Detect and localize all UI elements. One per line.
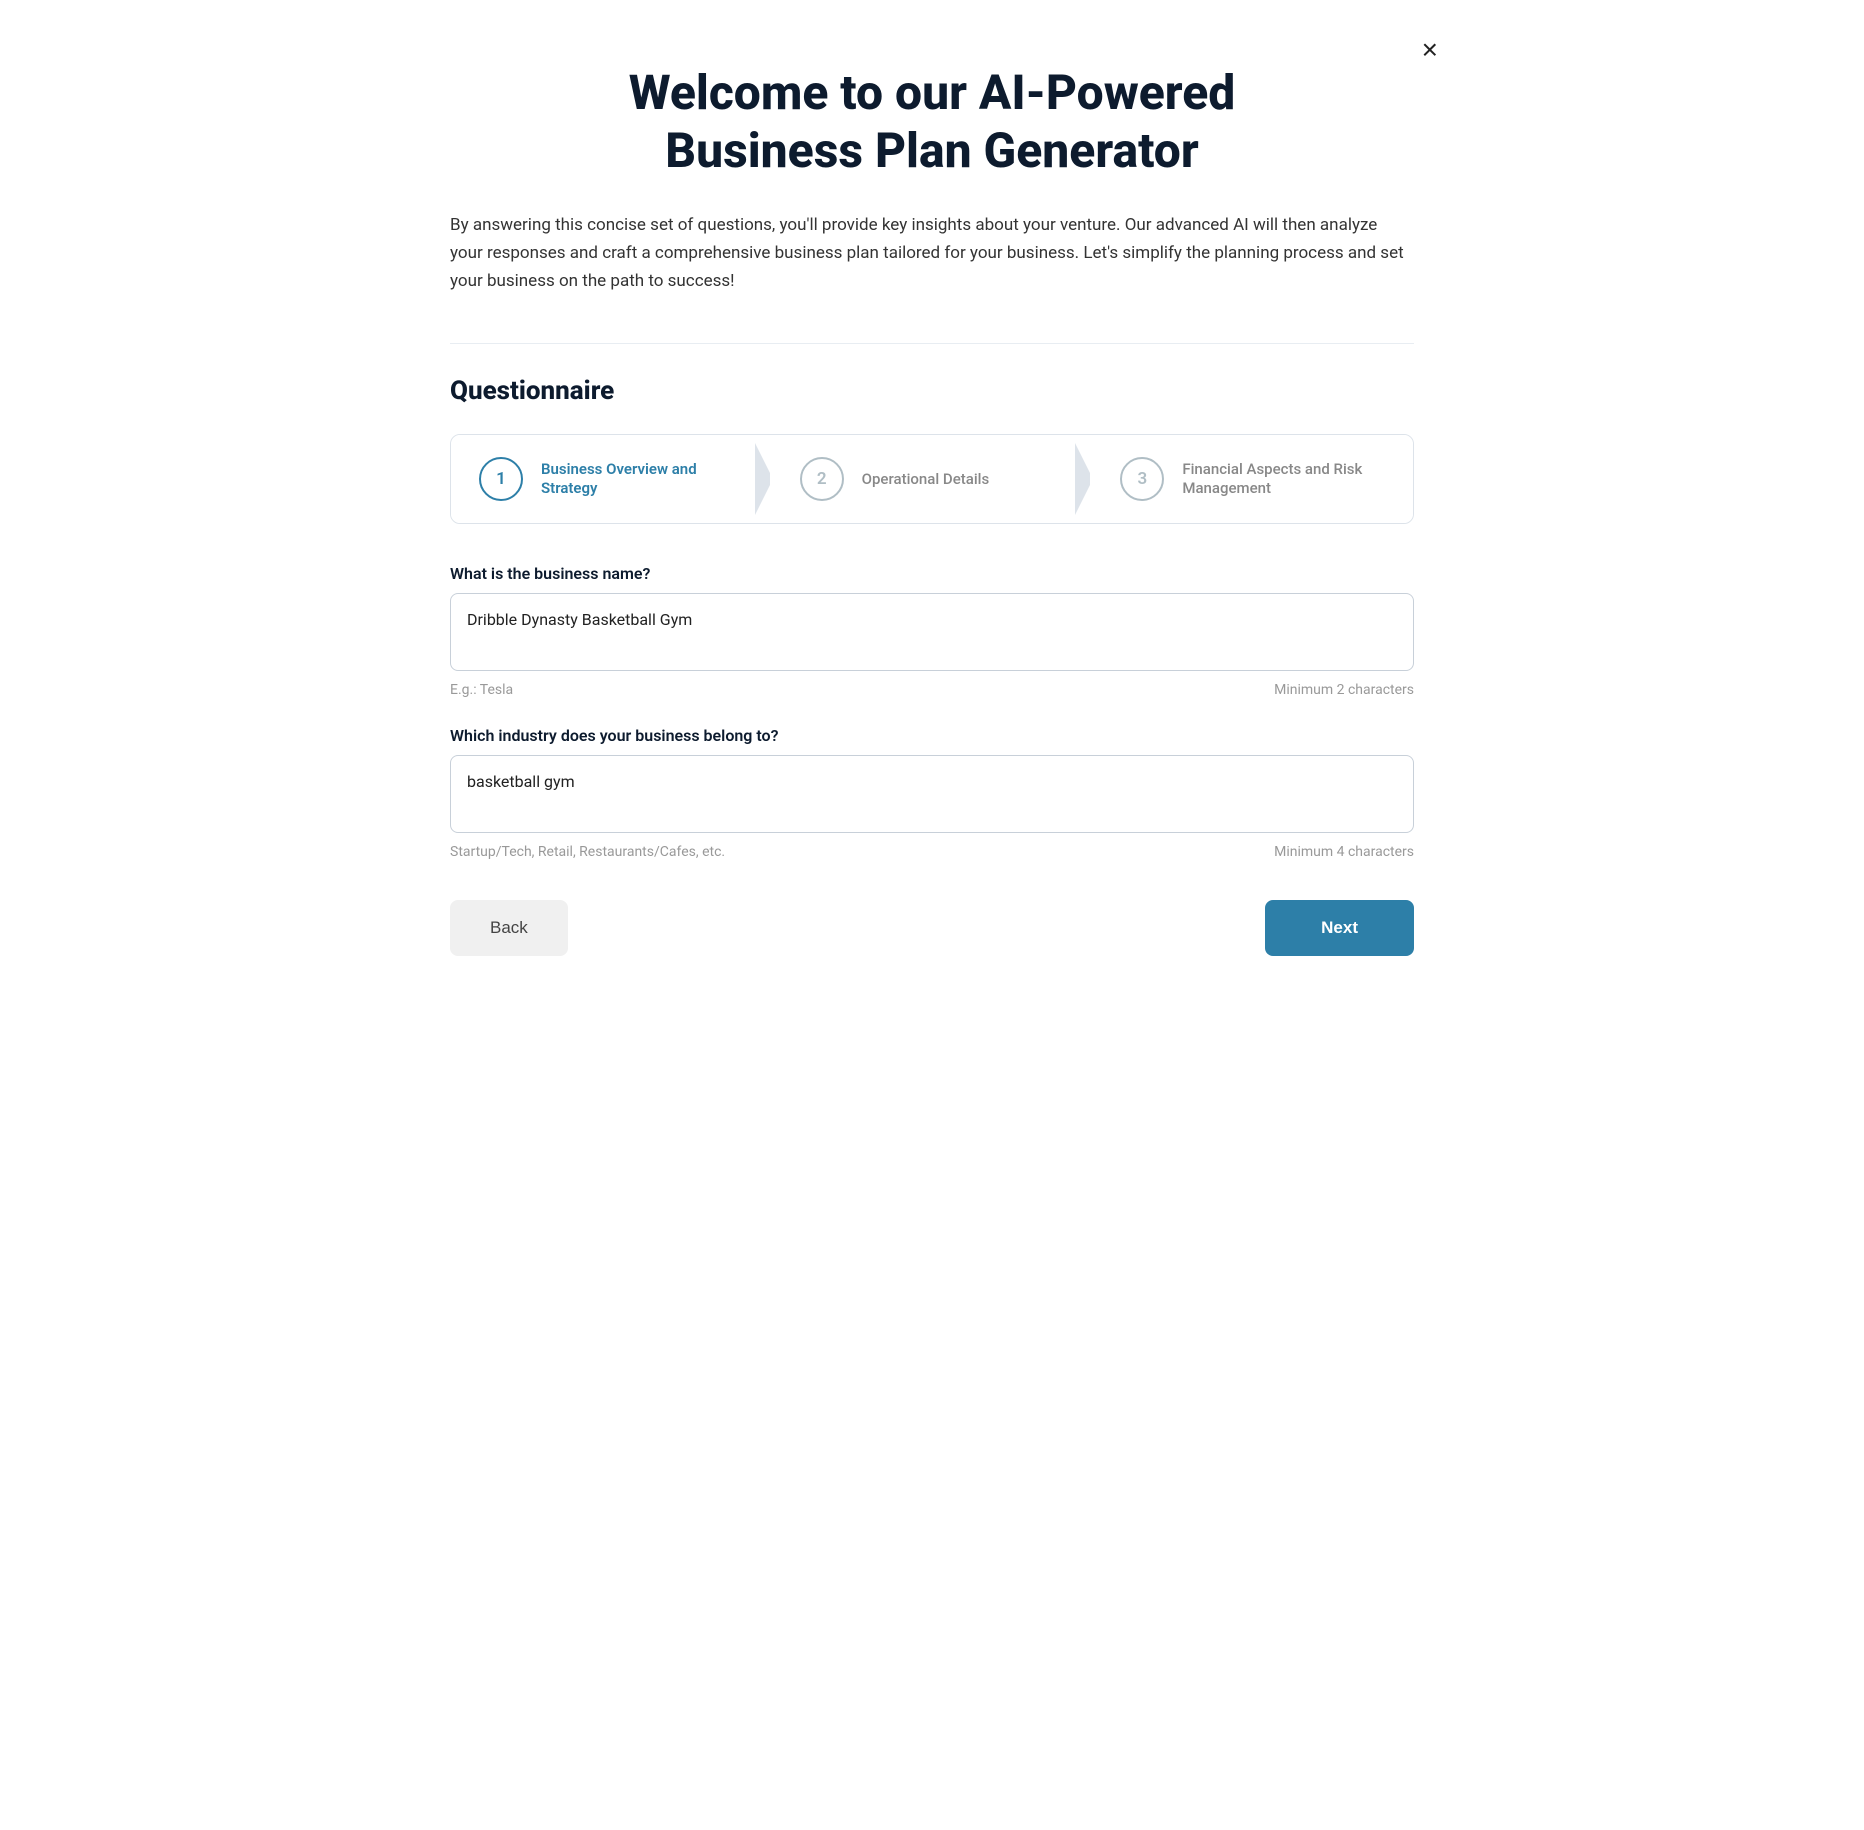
divider	[450, 343, 1414, 344]
industry-hints: Startup/Tech, Retail, Restaurants/Cafes,…	[450, 844, 1414, 860]
business-name-hint-left: E.g.: Tesla	[450, 682, 513, 698]
step-3-label: Financial Aspects and Risk Management	[1182, 460, 1385, 499]
industry-label: Which industry does your business belong…	[450, 726, 1414, 745]
step-1-label: Business Overview and Strategy	[541, 460, 744, 499]
industry-hint-left: Startup/Tech, Retail, Restaurants/Cafes,…	[450, 844, 725, 860]
step-2-circle: 2	[800, 457, 844, 501]
business-name-label: What is the business name?	[450, 564, 1414, 583]
step-2[interactable]: 2 Operational Details	[772, 435, 1093, 523]
buttons-row: Back Next	[450, 900, 1414, 956]
business-name-hint-right: Minimum 2 characters	[1274, 682, 1414, 698]
modal-container: × Welcome to our AI-Powered Business Pla…	[382, 0, 1482, 1016]
industry-group: Which industry does your business belong…	[450, 726, 1414, 860]
back-button[interactable]: Back	[450, 900, 568, 956]
industry-hint-right: Minimum 4 characters	[1274, 844, 1414, 860]
business-name-group: What is the business name? E.g.: Tesla M…	[450, 564, 1414, 698]
business-name-input[interactable]	[450, 593, 1414, 671]
step-3-circle: 3	[1120, 457, 1164, 501]
page-title: Welcome to our AI-Powered Business Plan …	[450, 64, 1414, 179]
step-1-circle: 1	[479, 457, 523, 501]
business-name-hints: E.g.: Tesla Minimum 2 characters	[450, 682, 1414, 698]
description-text: By answering this concise set of questio…	[450, 211, 1414, 295]
step-1[interactable]: 1 Business Overview and Strategy	[451, 435, 772, 523]
next-button[interactable]: Next	[1265, 900, 1414, 956]
step-2-label: Operational Details	[862, 470, 990, 490]
step-3[interactable]: 3 Financial Aspects and Risk Management	[1092, 435, 1413, 523]
questionnaire-title: Questionnaire	[450, 376, 1414, 406]
industry-input[interactable]	[450, 755, 1414, 833]
close-button[interactable]: ×	[1418, 32, 1442, 68]
steps-container: 1 Business Overview and Strategy 2 Opera…	[450, 434, 1414, 524]
